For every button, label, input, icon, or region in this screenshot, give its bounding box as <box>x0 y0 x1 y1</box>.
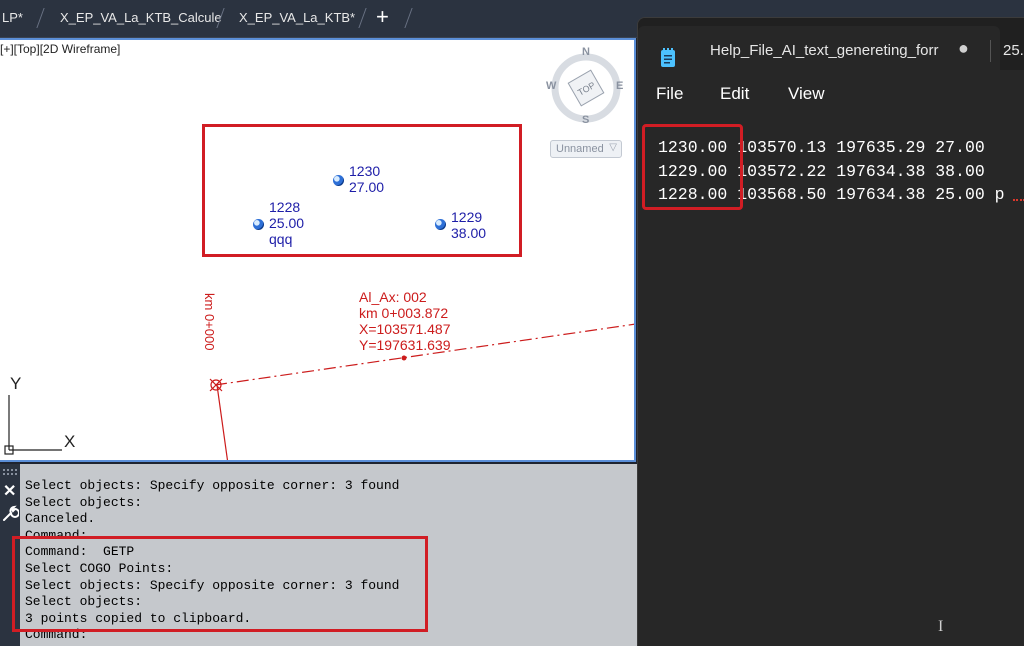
cogo-point-marker-icon[interactable] <box>253 219 264 230</box>
point-description: qqq <box>269 231 293 247</box>
cogo-point-1229-label[interactable]: 1229 38.00 <box>451 209 486 241</box>
tab-divider <box>990 40 991 62</box>
compass-west[interactable]: W <box>546 80 556 92</box>
tab-lp[interactable]: LP* <box>2 10 23 25</box>
tab-divider <box>404 8 413 28</box>
notepad-tab-title: Help_File_AI_text_genereting_forr <box>710 42 939 59</box>
tab-label: LP* <box>2 10 23 25</box>
unsaved-indicator[interactable]: ● <box>958 38 969 59</box>
chevron-down-icon: ▽ <box>609 142 617 153</box>
compass-east[interactable]: E <box>616 80 623 92</box>
alignment-x: X=103571.487 <box>359 321 451 337</box>
station-tick-line <box>216 384 229 460</box>
tab-divider <box>36 8 45 28</box>
point-number: 1230 <box>349 163 381 179</box>
point-elevation: 25.00 <box>269 215 305 231</box>
menu-edit[interactable]: Edit <box>720 84 749 104</box>
named-view-value: Unnamed <box>556 143 604 155</box>
tab-x-ep-va-la-ktb[interactable]: X_EP_VA_La_KTB* <box>239 10 355 25</box>
notepad-window: Help_File_AI_text_genereting_forr ● 25. … <box>637 17 1024 646</box>
cogo-point-marker-icon[interactable] <box>435 219 446 230</box>
ucs-y-label: Y <box>10 374 22 393</box>
point-number: 1228 <box>269 199 301 215</box>
spellcheck-underline <box>1013 197 1024 201</box>
drawing-viewport[interactable]: [+][Top][2D Wireframe] TOP N S E W Unnam… <box>0 38 636 462</box>
compass-north[interactable]: N <box>582 46 590 58</box>
drag-handle-icon[interactable] <box>2 468 18 476</box>
tab-label: X_EP_VA_La_KTB_Calcule <box>60 10 222 25</box>
alignment-km: km 0+003.872 <box>359 305 449 321</box>
ucs-x-label: X <box>64 432 76 451</box>
tab-x-ep-va-la-ktb-calcule[interactable]: X_EP_VA_La_KTB_Calcule <box>60 10 222 25</box>
alignment-y: Y=197631.639 <box>359 337 451 353</box>
notepad-icon <box>661 48 675 67</box>
cogo-point-marker-icon[interactable] <box>333 175 344 186</box>
point-number: 1229 <box>451 209 483 225</box>
menu-view[interactable]: View <box>788 84 825 104</box>
point-elevation: 38.00 <box>451 225 487 241</box>
text-cursor-icon: I <box>938 618 944 635</box>
alignment-name: Al_Ax: 002 <box>359 289 427 305</box>
command-output-highlight <box>12 536 428 632</box>
alignment-start-marker <box>209 378 223 392</box>
new-tab-button[interactable]: + <box>376 5 389 29</box>
named-view-dropdown[interactable]: Unnamed ▽ <box>550 140 622 158</box>
compass-south[interactable]: S <box>582 114 589 126</box>
menu-file[interactable]: File <box>656 84 683 104</box>
notepad-active-tab[interactable]: Help_File_AI_text_genereting_forr ● <box>638 26 1000 70</box>
tab-divider <box>358 8 367 28</box>
cogo-point-1228-label[interactable]: 1228 25.00 qqq <box>269 199 304 247</box>
tab-label: X_EP_VA_La_KTB* <box>239 10 356 25</box>
viewcube-compass-icon: TOP <box>551 53 621 123</box>
command-line-entry: Select objects: Specify opposite corner:… <box>25 478 400 493</box>
wrench-icon[interactable] <box>1 504 19 522</box>
station-label-km-0[interactable]: km 0+000 <box>202 293 217 350</box>
cogo-point-1230-label[interactable]: 1230 27.00 <box>349 163 384 195</box>
command-line-entry: Canceled. <box>25 511 96 527</box>
command-line-entry: Select objects: <box>25 494 143 510</box>
close-icon[interactable]: ✕ <box>3 481 16 501</box>
point-elevation: 27.00 <box>349 179 385 195</box>
ucs-icon <box>4 395 62 455</box>
notepad-second-tab[interactable]: 25. <box>1003 42 1024 59</box>
point-number-highlight <box>642 124 743 210</box>
alignment-station-label[interactable]: Al_Ax: 002 km 0+003.872 X=103571.487 Y=1… <box>359 289 450 353</box>
alignment-label-anchor <box>401 355 407 361</box>
